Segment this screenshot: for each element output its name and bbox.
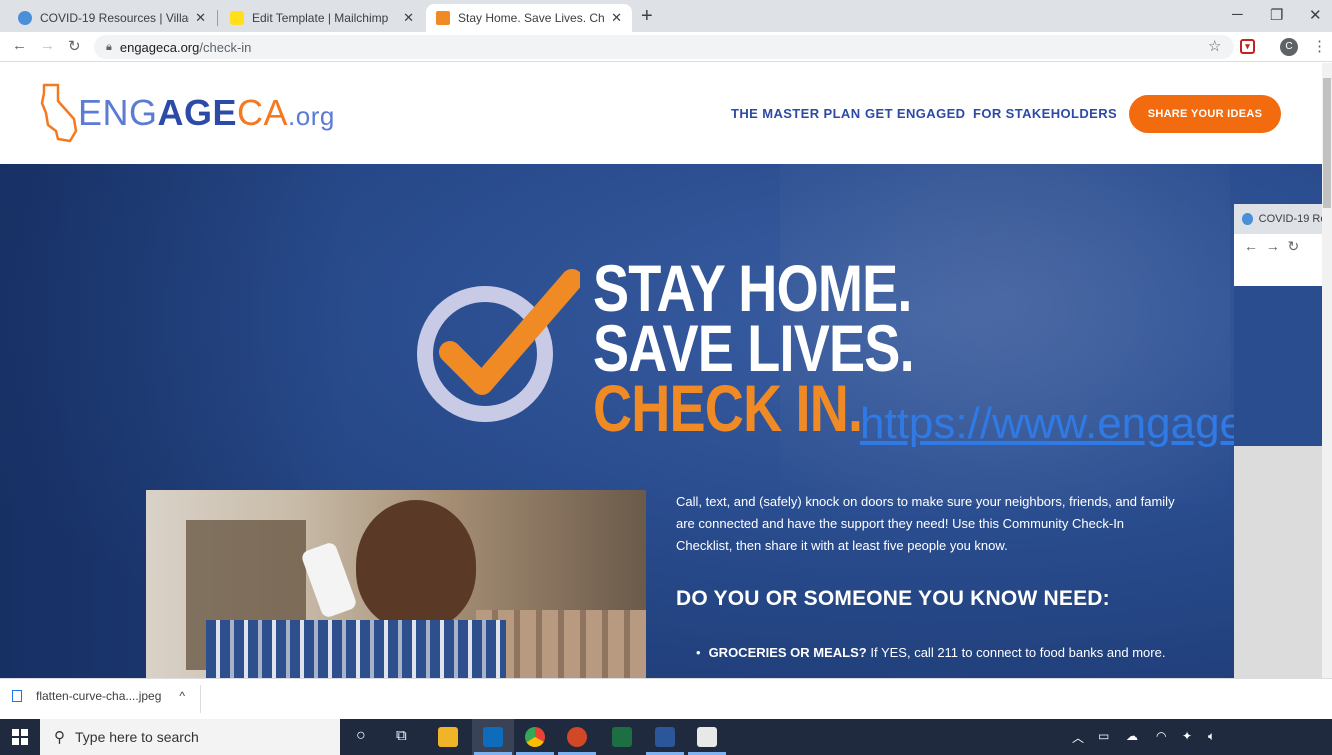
second-window-toolbar: ← → ↻ bbox=[1234, 234, 1332, 262]
photos-icon[interactable] bbox=[697, 727, 717, 747]
hero-body-text: Call, text, and (safely) knock on doors … bbox=[676, 494, 1175, 553]
california-outline-icon bbox=[40, 83, 78, 143]
chrome-icon[interactable] bbox=[525, 727, 545, 747]
logo-age: AGE bbox=[157, 92, 238, 133]
download-filename: flatten-curve-cha....jpeg bbox=[36, 689, 162, 703]
url-domain: engageca.org bbox=[119, 39, 200, 55]
forward-icon[interactable]: → bbox=[40, 37, 55, 54]
chevron-up-icon[interactable]: ^ bbox=[179, 689, 185, 703]
tab-close-icon[interactable]: ✕ bbox=[403, 10, 414, 26]
second-window-tab-title: COVID-19 Res bbox=[1258, 213, 1332, 225]
logo-eng: ENG bbox=[78, 92, 158, 133]
extension-icon[interactable]: ▾ bbox=[1240, 39, 1255, 54]
globe-favicon-icon bbox=[1242, 213, 1253, 225]
tab-mailchimp[interactable]: Edit Template | Mailchimp ✕ bbox=[220, 4, 424, 32]
second-window-page-top bbox=[1234, 262, 1332, 286]
headline-line-1: STAY HOME. bbox=[593, 251, 912, 325]
search-placeholder: Type here to search bbox=[75, 729, 199, 745]
tab-title: Edit Template | Mailchimp bbox=[252, 11, 389, 25]
file-explorer-icon[interactable] bbox=[438, 727, 458, 747]
volume-icon[interactable]: 🔈︎ bbox=[1208, 729, 1215, 744]
search-icon: ⚲ bbox=[54, 729, 65, 746]
second-window-hero bbox=[1234, 286, 1332, 446]
excel-icon[interactable] bbox=[612, 727, 632, 747]
nav-master-plan[interactable]: THE MASTER PLAN bbox=[731, 106, 861, 121]
nav-get-engaged[interactable]: GET ENGAGED bbox=[865, 106, 965, 121]
tab-covid-resources[interactable]: COVID-19 Resources | Village Mc ✕ bbox=[8, 4, 216, 32]
tab-title: COVID-19 Resources | Village Mc bbox=[40, 11, 189, 25]
checklist-item-bold: GROCERIES OR MEALS? bbox=[708, 645, 867, 660]
download-item[interactable]: flatten-curve-cha....jpeg ^ bbox=[12, 689, 185, 703]
logo-wordmark: ENGAGECA.org bbox=[78, 92, 335, 134]
browser-tab-strip: COVID-19 Resources | Village Mc ✕ Edit T… bbox=[0, 0, 1332, 32]
wifi-icon[interactable]: ◠ bbox=[1156, 729, 1166, 743]
windows-taskbar: ⚲ Type here to search ○ ⧉ ︿ ▭ ☁ ◠ ✦ 🔈︎ bbox=[0, 719, 1332, 755]
divider bbox=[200, 685, 201, 713]
screen: COVID-19 Resources | Village Mc ✕ Edit T… bbox=[0, 0, 1332, 755]
checklist-item-groceries: • GROCERIES OR MEALS? If YES, call 211 to… bbox=[696, 645, 1166, 660]
second-browser-window[interactable]: COVID-19 Res ← → ↻ bbox=[1234, 204, 1332, 679]
menu-icon[interactable]: ⋮ bbox=[1312, 37, 1327, 55]
battery-icon[interactable]: ▭ bbox=[1098, 729, 1109, 743]
window-close-icon[interactable]: ✕ bbox=[1309, 6, 1322, 24]
second-window-tab[interactable]: COVID-19 Res bbox=[1234, 204, 1332, 234]
windows-start-icon[interactable] bbox=[12, 729, 28, 745]
headline-line-2: SAVE LIVES. bbox=[593, 311, 915, 385]
browser-toolbar: ← → ↻ 🔒︎ engageca.org/check-in ☆ ▾ C ⋮ bbox=[0, 32, 1332, 62]
restore-icon[interactable]: ❐ bbox=[1270, 6, 1283, 24]
nav-for-stakeholders[interactable]: FOR STAKEHOLDERS bbox=[973, 106, 1117, 121]
downloads-shelf: flatten-curve-cha....jpeg ^ bbox=[0, 678, 1234, 719]
chevron-up-icon[interactable]: ︿ bbox=[1072, 729, 1084, 746]
engageca-logo[interactable]: ENGAGECA.org bbox=[38, 81, 335, 145]
logo-ca: CA bbox=[237, 92, 289, 133]
checklist-subhead: DO YOU OR SOMEONE YOU KNOW NEED: bbox=[676, 587, 1110, 610]
mailchimp-favicon-icon bbox=[230, 11, 244, 25]
lock-icon: 🔒︎ bbox=[106, 40, 112, 53]
task-view-icon[interactable]: ⧉ bbox=[396, 727, 407, 744]
new-tab-button[interactable]: + bbox=[641, 5, 653, 27]
logo-org: .org bbox=[288, 101, 335, 131]
outlook-icon[interactable] bbox=[483, 727, 503, 747]
image-file-icon bbox=[12, 690, 22, 702]
word-icon[interactable] bbox=[655, 727, 675, 747]
reload-icon[interactable]: ↻ bbox=[68, 37, 81, 55]
tab-title: Stay Home. Save Lives. Check In. bbox=[458, 11, 605, 25]
taskbar-search-box[interactable]: ⚲ Type here to search bbox=[40, 719, 340, 755]
engageca-favicon-icon bbox=[436, 11, 450, 25]
cortana-icon[interactable]: ○ bbox=[356, 727, 366, 745]
onedrive-icon[interactable]: ☁ bbox=[1126, 729, 1138, 743]
tab-close-icon[interactable]: ✕ bbox=[195, 10, 206, 26]
profile-avatar[interactable]: C bbox=[1280, 38, 1298, 56]
bookmark-star-icon[interactable]: ☆ bbox=[1208, 37, 1221, 55]
dropbox-icon[interactable]: ✦ bbox=[1182, 729, 1192, 743]
share-your-ideas-button[interactable]: SHARE YOUR IDEAS bbox=[1129, 95, 1281, 133]
minimize-icon[interactable]: ─ bbox=[1232, 6, 1243, 23]
back-icon[interactable]: ← bbox=[12, 37, 27, 54]
address-bar[interactable]: 🔒︎ engageca.org/check-in bbox=[94, 35, 1234, 59]
man-on-phone-photo bbox=[146, 490, 646, 678]
tab-separator bbox=[217, 10, 218, 26]
checklist-item-text: If YES, call 211 to connect to food bank… bbox=[866, 645, 1166, 660]
tab-close-icon[interactable]: ✕ bbox=[611, 10, 622, 26]
powerpoint-icon[interactable] bbox=[567, 727, 587, 747]
checkmark-circle-icon bbox=[417, 269, 580, 422]
site-header: ENGAGECA.org THE MASTER PLAN GET ENGAGED… bbox=[0, 63, 1322, 164]
tab-check-in[interactable]: Stay Home. Save Lives. Check In. ✕ bbox=[426, 4, 632, 32]
scrollbar-thumb[interactable] bbox=[1323, 78, 1331, 208]
url-path: /check-in bbox=[199, 39, 252, 55]
globe-favicon-icon bbox=[18, 11, 32, 25]
